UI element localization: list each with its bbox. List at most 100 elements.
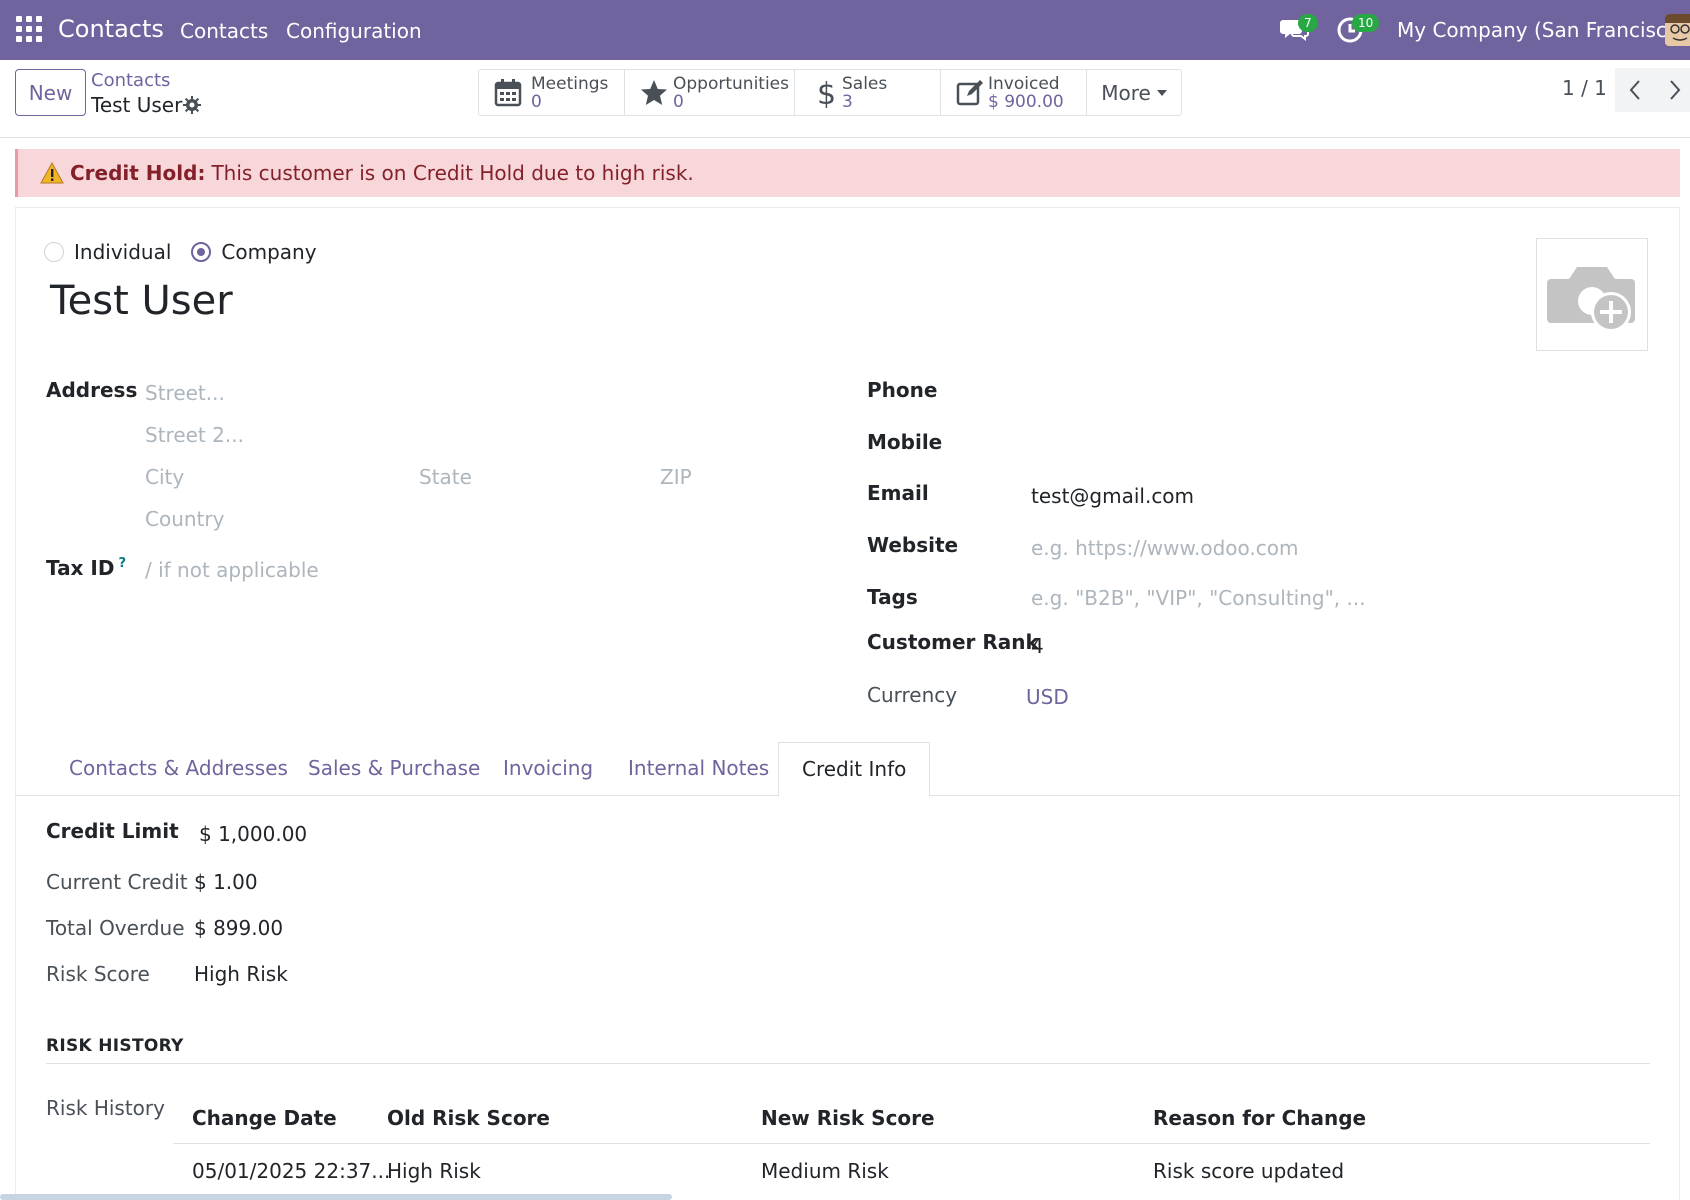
app-brand[interactable]: Contacts [58, 15, 164, 43]
cell-new-risk-score: Medium Risk [761, 1159, 889, 1183]
currency-value[interactable]: USD [1026, 685, 1069, 709]
apps-menu-icon[interactable] [16, 16, 42, 42]
country-input[interactable]: Country [145, 507, 224, 531]
tab-contacts-addresses[interactable]: Contacts & Addresses [69, 756, 288, 780]
company-type-radio: Individual Company [44, 240, 317, 264]
user-avatar[interactable] [1665, 14, 1690, 46]
opportunities-button[interactable]: Opportunities 0 [625, 70, 795, 115]
tags-label: Tags [867, 585, 918, 609]
risk-score-value: High Risk [194, 962, 288, 986]
menu-configuration[interactable]: Configuration [286, 19, 422, 43]
credit-hold-alert: Credit Hold: This customer is on Credit … [15, 149, 1680, 197]
tax-id-label-text: Tax ID [46, 556, 115, 580]
breadcrumb-parent[interactable]: Contacts [91, 70, 170, 91]
radio-individual-label[interactable]: Individual [74, 240, 171, 264]
phone-label: Phone [867, 378, 938, 402]
warning-icon [40, 162, 64, 184]
invoiced-label: Invoiced [988, 74, 1060, 94]
customer-rank-label: Customer Rank [867, 630, 1039, 654]
cell-change-date: 05/01/2025 22:37... [192, 1159, 391, 1183]
total-overdue-label: Total Overdue [46, 916, 185, 940]
top-navbar: Contacts Contacts Configuration 7 10 My … [0, 0, 1690, 60]
meetings-label: Meetings [531, 74, 609, 94]
menu-contacts[interactable]: Contacts [180, 19, 268, 43]
customer-rank-value[interactable]: 4 [1031, 634, 1044, 658]
control-panel: New Contacts Test User Meetings 0 Opport… [0, 60, 1690, 138]
email-label: Email [867, 481, 929, 505]
tags-input[interactable]: e.g. "B2B", "VIP", "Consulting", ... [1031, 586, 1366, 610]
image-upload[interactable] [1536, 238, 1648, 351]
tab-sales-purchase[interactable]: Sales & Purchase [308, 756, 480, 780]
street2-input[interactable]: Street 2... [145, 423, 244, 447]
current-credit-value: $ 1.00 [194, 870, 258, 894]
calendar-icon [494, 79, 522, 107]
gear-icon[interactable] [183, 96, 201, 114]
current-credit-label: Current Credit [46, 870, 188, 894]
credit-limit-label: Credit Limit [46, 819, 179, 843]
risk-history-label: Risk History [46, 1096, 165, 1120]
currency-label: Currency [867, 683, 958, 707]
more-button[interactable]: More [1087, 70, 1181, 115]
form-sheet [15, 207, 1680, 1200]
sales-value: 3 [842, 92, 853, 112]
street-input[interactable]: Street... [145, 381, 225, 405]
invoiced-value: $ 900.00 [988, 92, 1064, 112]
tab-internal-notes[interactable]: Internal Notes [628, 756, 769, 780]
pager-value[interactable]: 1 / 1 [1562, 76, 1607, 100]
zip-input[interactable]: ZIP [660, 465, 692, 489]
messages-badge: 7 [1298, 14, 1318, 32]
table-header-divider [173, 1143, 1650, 1144]
radio-company-label[interactable]: Company [221, 240, 316, 264]
city-input[interactable]: City [145, 465, 184, 489]
section-divider [46, 1063, 1650, 1064]
cell-old-risk-score: High Risk [387, 1159, 481, 1183]
column-change-date[interactable]: Change Date [192, 1106, 337, 1130]
opportunities-label: Opportunities [673, 74, 789, 94]
smart-buttons: Meetings 0 Opportunities 0 $ Sales 3 Inv… [478, 69, 1182, 116]
website-label: Website [867, 533, 959, 557]
sales-button[interactable]: $ Sales 3 [795, 70, 941, 115]
invoiced-button[interactable]: Invoiced $ 900.00 [941, 70, 1087, 115]
tax-id-label: Tax ID? [46, 556, 126, 580]
cell-reason-for-change: Risk score updated [1153, 1159, 1345, 1183]
tax-id-input[interactable]: / if not applicable [145, 558, 319, 582]
risk-score-label: Risk Score [46, 962, 150, 986]
caret-down-icon [1156, 89, 1167, 96]
email-input[interactable]: test@gmail.com [1031, 484, 1194, 508]
notebook-tabs: Contacts & Addresses Sales & Purchase In… [15, 742, 1680, 797]
tab-credit-info[interactable]: Credit Info [778, 742, 931, 797]
company-switcher[interactable]: My Company (San Francisco) [1397, 18, 1687, 42]
column-old-risk-score[interactable]: Old Risk Score [387, 1106, 550, 1130]
star-icon [641, 80, 667, 105]
activities-badge: 10 [1352, 14, 1380, 32]
dollar-icon: $ [817, 78, 836, 108]
sales-label: Sales [842, 74, 888, 94]
horizontal-scrollbar[interactable] [0, 1194, 672, 1200]
column-new-risk-score[interactable]: New Risk Score [761, 1106, 935, 1130]
pager-next-button[interactable] [1655, 68, 1690, 112]
breadcrumb-current: Test User [91, 93, 183, 117]
state-input[interactable]: State [419, 465, 472, 489]
edit-icon [956, 80, 983, 106]
alert-message: This customer is on Credit Hold due to h… [211, 161, 694, 185]
radio-individual[interactable] [44, 242, 64, 262]
credit-limit-value[interactable]: $ 1,000.00 [199, 822, 307, 846]
tab-invoicing[interactable]: Invoicing [503, 756, 593, 780]
pager-previous-button[interactable] [1615, 68, 1655, 112]
column-reason-for-change[interactable]: Reason for Change [1153, 1106, 1366, 1130]
record-name-input[interactable]: Test User [50, 278, 233, 324]
mobile-label: Mobile [867, 430, 943, 454]
radio-company[interactable] [191, 242, 212, 262]
website-input[interactable]: e.g. https://www.odoo.com [1031, 536, 1298, 560]
opportunities-value: 0 [673, 92, 684, 112]
tax-id-help-icon[interactable]: ? [118, 556, 126, 571]
risk-history-section-title: RISK HISTORY [46, 1036, 184, 1056]
alert-title: Credit Hold: [70, 161, 206, 185]
meetings-button[interactable]: Meetings 0 [479, 70, 625, 115]
address-label: Address [46, 378, 138, 402]
chevron-right-icon [1670, 80, 1681, 100]
chevron-left-icon [1629, 80, 1640, 100]
more-label: More [1101, 80, 1151, 105]
camera-add-icon [1547, 267, 1635, 332]
new-button[interactable]: New [15, 69, 86, 116]
